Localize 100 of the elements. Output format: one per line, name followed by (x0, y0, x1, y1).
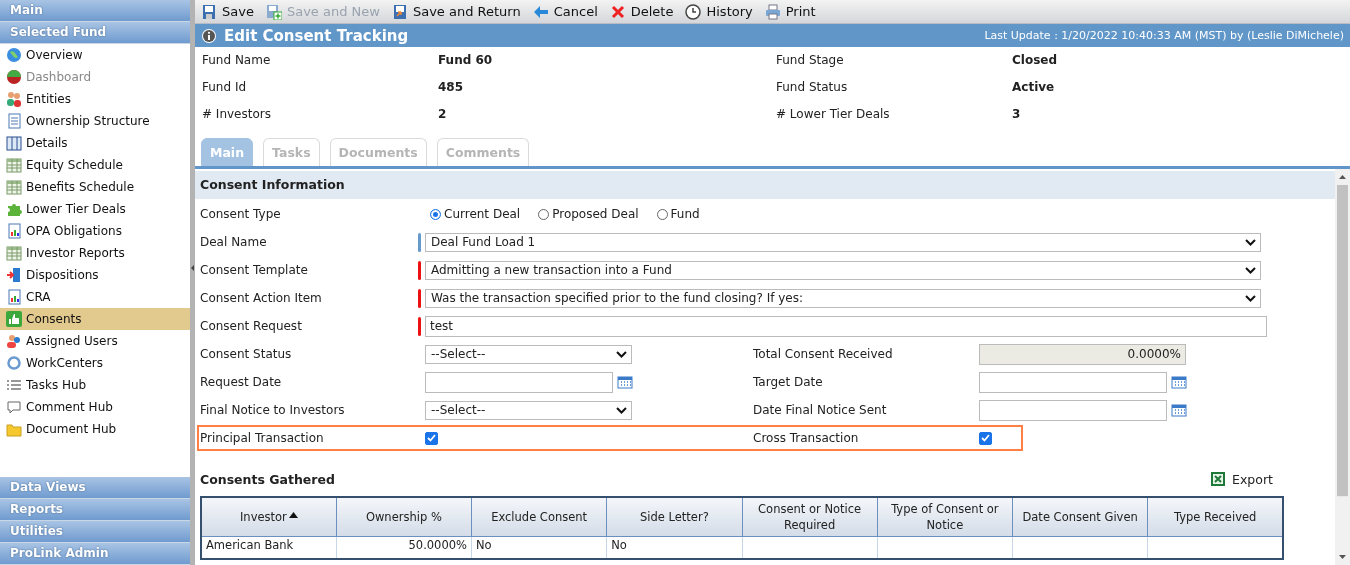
select-field[interactable]: Deal Fund Load 1 (425, 232, 1261, 252)
export-button[interactable]: Export (1210, 471, 1273, 487)
field-label: Consent Status (200, 347, 293, 361)
scrollbar[interactable] (1335, 169, 1350, 565)
field-label: Final Notice to Investors (200, 403, 346, 417)
summary-value: Closed (1012, 52, 1059, 69)
column-header[interactable]: Side Letter? (606, 497, 742, 537)
sidebar-item[interactable]: Ownership Structure (0, 110, 190, 132)
column-header[interactable]: Exclude Consent (471, 497, 607, 537)
document-icon (6, 113, 22, 129)
column-header[interactable]: Type Received (1147, 497, 1283, 537)
date-field[interactable] (979, 371, 1167, 393)
summary-label: Fund Stage (776, 52, 845, 69)
sidebar-item[interactable]: Benefits Schedule (0, 176, 190, 198)
summary-label: Fund Id (202, 79, 248, 96)
toolbar-button[interactable]: Cancel (532, 3, 598, 20)
sidebar-item-label: Tasks Hub (26, 378, 87, 392)
column-header[interactable]: Consent or Notice Required (742, 497, 878, 537)
toolbar-button[interactable]: Save and Return (391, 3, 521, 20)
sidebar-item[interactable]: Overview (0, 44, 190, 66)
sidebar-item[interactable]: Lower Tier Deals (0, 198, 190, 220)
list-icon (6, 377, 22, 393)
checkbox[interactable] (425, 431, 438, 445)
chevron-down-icon (1245, 266, 1256, 274)
table-icon (6, 135, 22, 151)
radio-label: Proposed Deal (552, 207, 639, 221)
grid-icon (6, 179, 22, 195)
calendar-icon[interactable] (617, 375, 633, 389)
summary-value: 2 (438, 106, 448, 123)
calendar-icon[interactable] (1171, 375, 1187, 389)
sidebar-item-label: Comment Hub (26, 400, 113, 414)
sidebar-item[interactable]: WorkCenters (0, 352, 190, 374)
field-label: Target Date (753, 375, 824, 389)
summary-value: Fund 60 (438, 52, 494, 69)
sidebar-item[interactable]: Document Hub (0, 418, 190, 440)
sidebar-item[interactable]: Assigned Users (0, 330, 190, 352)
sidebar-item[interactable]: Investor Reports (0, 242, 190, 264)
section-title: Consents Gathered (200, 471, 335, 487)
summary-label: # Investors (202, 106, 272, 123)
sidebar-item-label: Details (26, 136, 68, 150)
close-icon (609, 3, 626, 20)
calendar-icon[interactable] (1171, 403, 1187, 417)
toolbar-button[interactable]: Print (764, 3, 816, 20)
sidebar-item[interactable]: Entities (0, 88, 190, 110)
chevron-down-icon (1245, 294, 1256, 302)
sidebar-item-label: Consents (26, 312, 82, 326)
column-header[interactable]: Date Consent Given (1012, 497, 1148, 537)
sidebar-item-label: Equity Schedule (26, 158, 123, 172)
page-title: Edit Consent Tracking (224, 26, 409, 45)
sidebar-item[interactable]: Dispositions (0, 264, 190, 286)
section-header: Consent Information (195, 171, 1335, 199)
sidebar-item-label: WorkCenters (26, 356, 104, 370)
ring-icon (6, 355, 22, 371)
radio-button[interactable] (430, 208, 441, 220)
radio-button[interactable] (656, 208, 668, 220)
date-field[interactable] (425, 371, 613, 393)
chevron-down-icon (616, 406, 627, 414)
summary-label: # Lower Tier Deals (776, 106, 891, 123)
chevron-down-icon (1245, 238, 1256, 246)
sidebar-item[interactable]: CRA (0, 286, 190, 308)
sidebar-item-label: Dashboard (26, 70, 92, 84)
radio-label: Current Deal (444, 207, 521, 221)
field-label: Cross Transaction (753, 431, 860, 445)
toolbar-button[interactable]: Delete (609, 3, 674, 20)
sidebar-item[interactable]: OPA Obligations (0, 220, 190, 242)
select-field[interactable]: --Select-- (425, 400, 632, 420)
summary-value: 3 (1012, 106, 1022, 123)
toolbar-button[interactable]: Save (201, 3, 254, 20)
select-field[interactable]: Was the transaction specified prior to the fund closing? If yes: (425, 288, 1261, 308)
sidebar-item[interactable]: Equity Schedule (0, 154, 190, 176)
text-field[interactable]: test (425, 315, 1267, 337)
radio-button[interactable] (538, 208, 550, 220)
column-header[interactable]: Investor (201, 497, 337, 537)
column-header[interactable]: Type of Consent or Notice (877, 497, 1013, 537)
sidebar-item[interactable]: Comment Hub (0, 396, 190, 418)
grid-icon (6, 245, 22, 261)
sidebar-item-label: Assigned Users (26, 334, 118, 348)
field-label: Deal Name (200, 235, 268, 249)
sidebar-item-label: Investor Reports (26, 246, 125, 260)
toolbar-button[interactable]: History (685, 3, 753, 20)
sidebar-item-label: Entities (26, 92, 71, 106)
field-label: Request Date (200, 375, 283, 389)
select-field[interactable]: Admitting a new transaction into a Fund (425, 260, 1261, 280)
puzzle-icon (6, 201, 22, 217)
field-label: Principal Transaction (200, 431, 325, 445)
checkbox[interactable] (979, 431, 992, 445)
readonly-field[interactable]: 0.0000% (979, 343, 1186, 365)
column-header[interactable]: Ownership % (336, 497, 472, 537)
date-field[interactable] (979, 399, 1167, 421)
people-icon (6, 333, 22, 349)
chart-document-icon (6, 289, 22, 305)
folder-icon (6, 421, 22, 437)
select-field[interactable]: --Select-- (425, 344, 632, 364)
summary-label: Fund Name (202, 52, 272, 69)
sidebar-item[interactable]: Consents (0, 308, 190, 330)
sidebar-item[interactable]: Tasks Hub (0, 374, 190, 396)
thumbs-up-icon (6, 311, 22, 327)
sidebar-item[interactable]: Details (0, 132, 190, 154)
field-label: Consent Type (200, 207, 282, 221)
people-icon (6, 91, 22, 107)
